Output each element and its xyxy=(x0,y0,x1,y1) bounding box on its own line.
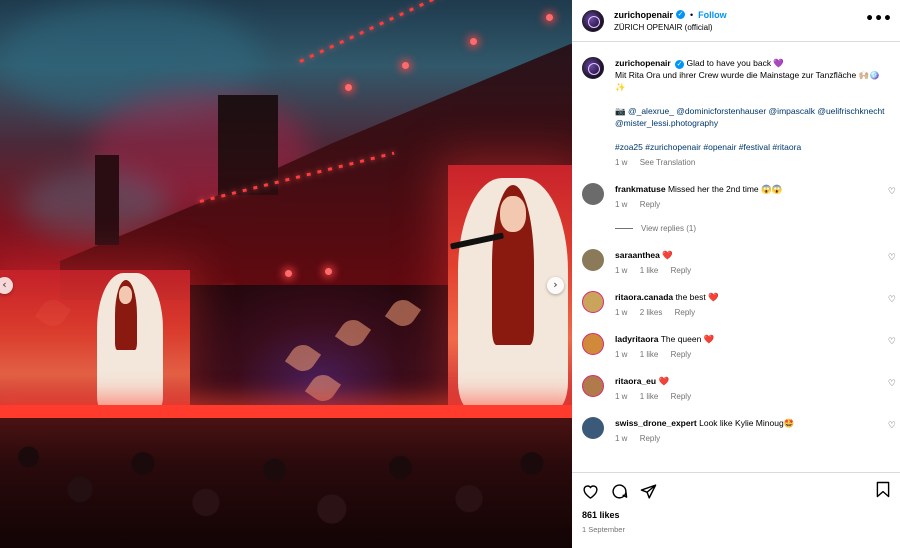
comment-time: 1 w xyxy=(615,200,628,209)
comment-item: ritaora_eu ❤️ 1 w 1 like Reply ♡ xyxy=(582,375,900,403)
stage-light xyxy=(285,270,292,277)
stage-tower xyxy=(218,95,278,195)
verified-badge-icon: ✓ xyxy=(676,10,686,19)
separator: • xyxy=(690,9,694,20)
singer-face xyxy=(119,286,132,304)
stage-light xyxy=(345,84,352,91)
heart-icon[interactable]: ♡ xyxy=(888,253,896,263)
singer-face xyxy=(500,196,526,232)
heart-icon[interactable]: ♡ xyxy=(888,421,896,431)
comment-text: the best ❤️ xyxy=(675,292,719,302)
post-actions: 861 likes 1 September xyxy=(572,472,900,534)
crowd xyxy=(0,418,572,548)
comment-text: Missed her the 2nd time 😱😱 xyxy=(667,184,783,194)
comment-item: swiss_drone_expert Look like Kylie Minou… xyxy=(582,417,900,445)
heart-icon[interactable]: ♡ xyxy=(888,337,896,347)
post-header: zurichopenair ✓ • Follow ZÜRICH OPENAIR … xyxy=(572,0,900,42)
comment-time: 1 w xyxy=(615,350,628,359)
reply-button[interactable]: Reply xyxy=(671,392,691,401)
comment-likes[interactable]: 1 like xyxy=(640,350,659,359)
comment-item: ritaora.canada the best ❤️ 1 w 2 likes R… xyxy=(582,291,900,319)
post-photo[interactable]: ‹ › xyxy=(0,0,572,548)
verified-badge-icon: ✓ xyxy=(675,60,685,69)
heart-icon[interactable]: ♡ xyxy=(888,379,896,389)
heart-icon[interactable]: ♡ xyxy=(888,187,896,197)
reply-button[interactable]: Reply xyxy=(671,266,691,275)
post-side-panel: zurichopenair ✓ • Follow ZÜRICH OPENAIR … xyxy=(572,0,900,548)
comments-list[interactable]: zurichopenair ✓ Glad to have you back 💜 … xyxy=(572,52,900,472)
comment-likes[interactable]: 1 like xyxy=(640,392,659,401)
post-username[interactable]: zurichopenair xyxy=(614,10,673,20)
post-date: 1 September xyxy=(582,525,625,534)
avatar[interactable] xyxy=(582,291,604,313)
avatar[interactable] xyxy=(582,183,604,205)
stage-light-row xyxy=(299,0,537,63)
comment-text: The queen ❤️ xyxy=(660,334,715,344)
caption-line1: Glad to have you back 💜 xyxy=(686,58,785,68)
reply-button[interactable]: Reply xyxy=(640,434,660,443)
comment-text: ❤️ xyxy=(658,376,670,386)
divider xyxy=(615,228,633,229)
more-options-icon[interactable]: ••• xyxy=(865,11,892,27)
light-tower xyxy=(95,155,119,245)
chevron-right-icon[interactable]: › xyxy=(547,277,564,294)
comment-item: ladyritaora The queen ❤️ 1 w 1 like Repl… xyxy=(582,333,900,361)
avatar[interactable] xyxy=(582,417,604,439)
avatar[interactable] xyxy=(582,375,604,397)
heart-icon[interactable] xyxy=(582,483,599,499)
avatar[interactable] xyxy=(582,333,604,355)
caption-credits[interactable]: @_alexrue_ @dominicforstenhauser @impasc… xyxy=(615,106,885,128)
bookmark-icon[interactable] xyxy=(876,481,890,500)
reply-button[interactable]: Reply xyxy=(640,200,660,209)
caption-line2: Mit Rita Ora und ihrer Crew wurde die Ma… xyxy=(615,70,880,92)
comment-likes[interactable]: 2 likes xyxy=(640,308,663,317)
view-replies-label: View replies (1) xyxy=(641,224,696,233)
share-icon[interactable] xyxy=(640,483,657,500)
comment-username[interactable]: frankmatuse xyxy=(615,184,666,194)
comment-text: ❤️ xyxy=(662,250,673,260)
comment-text: Look like Kylie Minoug🤩 xyxy=(699,418,795,428)
caption-username[interactable]: zurichopenair xyxy=(615,58,671,68)
comment-likes[interactable]: 1 like xyxy=(640,266,659,275)
comment-username[interactable]: saraanthea xyxy=(615,250,660,260)
comment-username[interactable]: ritaora_eu xyxy=(615,376,656,386)
caption-hashtags[interactable]: #zoa25 #zurichopenair #openair #festival… xyxy=(615,142,801,152)
comment-icon[interactable] xyxy=(611,483,628,500)
stage-light xyxy=(325,268,332,275)
comment-item: saraanthea ❤️ 1 w 1 like Reply ♡ xyxy=(582,249,900,277)
comment-item: frankmatuse Missed her the 2nd time 😱😱 1… xyxy=(582,183,900,211)
comment-username[interactable]: ladyritaora xyxy=(615,334,658,344)
likes-count[interactable]: 861 likes xyxy=(582,510,890,520)
camera-icon: 📷 xyxy=(615,106,626,116)
heart-icon[interactable]: ♡ xyxy=(888,295,896,305)
instagram-post-view: ‹ › zurichopenair ✓ • Follow ZÜRICH OPEN… xyxy=(0,0,900,548)
follow-button[interactable]: Follow xyxy=(698,10,727,20)
reply-button[interactable]: Reply xyxy=(675,308,695,317)
comment-time: 1 w xyxy=(615,392,628,401)
comment-username[interactable]: ritaora.canada xyxy=(615,292,673,302)
see-translation-link[interactable]: See Translation xyxy=(640,158,696,167)
view-replies-button[interactable]: View replies (1) xyxy=(615,224,900,233)
comment-time: 1 w xyxy=(615,266,628,275)
avatar[interactable] xyxy=(582,249,604,271)
post-caption: zurichopenair ✓ Glad to have you back 💜 … xyxy=(582,57,900,169)
comment-time: 1 w xyxy=(615,308,628,317)
comment-time: 1 w xyxy=(615,434,628,443)
caption-time: 1 w xyxy=(615,158,628,167)
stage-light xyxy=(402,62,409,69)
reply-button[interactable]: Reply xyxy=(671,350,691,359)
comment-username[interactable]: swiss_drone_expert xyxy=(615,418,697,428)
stage-light xyxy=(470,38,477,45)
avatar[interactable] xyxy=(582,57,604,79)
stage-light xyxy=(546,14,553,21)
avatar[interactable] xyxy=(582,9,604,32)
post-subtitle: ZÜRICH OPENAIR (official) xyxy=(614,22,713,32)
